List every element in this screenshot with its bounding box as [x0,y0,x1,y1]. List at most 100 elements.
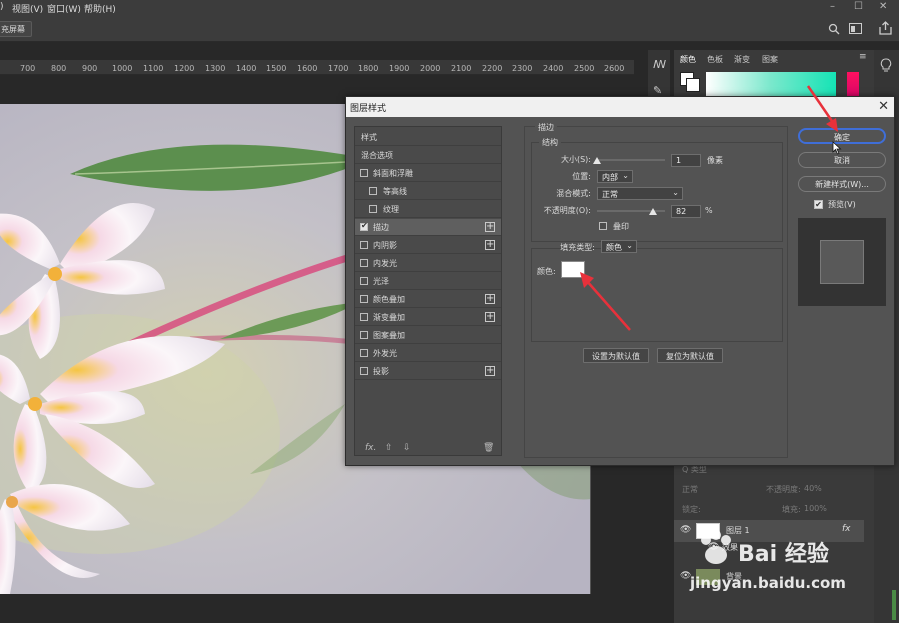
style-item[interactable]: 内发光 [355,255,501,272]
add-effect-icon[interactable]: + [485,312,495,322]
lightbulb-icon[interactable] [880,58,892,72]
ruler-tick: 2100 [451,64,472,73]
workspace-icon[interactable] [849,23,862,35]
fullscreen-button[interactable]: 充屏幕 [0,21,32,37]
menu-item-cut[interactable]: ) [0,2,4,12]
style-checkbox[interactable] [360,221,368,231]
baidu-jingyan-watermark: Bai 经验 jingyan.baidu.com [690,528,880,608]
style-item[interactable]: 光泽 [355,273,501,290]
ruler-tick: 2000 [420,64,441,73]
ruler-tick: 1000 [112,64,133,73]
style-item[interactable]: 外发光 [355,345,501,362]
style-checkbox[interactable] [369,205,377,213]
panel-menu-icon[interactable]: ≡ [859,52,867,62]
style-item[interactable]: 渐变叠加 + [355,309,501,326]
ruler-tick: 1200 [174,64,195,73]
overprint-checkbox[interactable] [599,222,607,230]
position-select[interactable]: 内部 ⌄ [597,170,633,183]
structure-title: 结构 [539,137,561,148]
style-item-label: 投影 [373,367,389,376]
close-icon[interactable]: ✕ [878,99,889,114]
style-list: 样式混合选项斜面和浮雕等高线纹理描边 + 内阴影 + 内发光光泽颜色叠加 + 渐变叠加 + 图案… [354,126,502,456]
style-item-label: 内阴影 [373,241,397,250]
ruler-tick: 1500 [266,64,287,73]
tab-patterns[interactable]: 图案 [762,54,778,65]
style-item[interactable]: 纹理 [355,201,501,218]
maximize-button[interactable]: ☐ [854,1,863,12]
blend-mode-select[interactable]: 正常 ⌄ [597,187,683,200]
style-item[interactable]: 混合选项 [355,147,501,164]
style-item-label: 颜色叠加 [373,295,405,304]
preview-label: 预览(V) [828,200,856,209]
scroll-indicator[interactable] [892,590,896,620]
style-checkbox[interactable] [360,349,368,357]
trash-icon[interactable]: 🗑 [483,443,494,453]
style-checkbox[interactable] [360,367,368,375]
add-effect-icon[interactable]: + [485,294,495,304]
layer-blend-mode[interactable]: 正常 [682,484,698,495]
ruler-tick: 1100 [143,64,164,73]
style-checkbox[interactable] [360,241,368,249]
style-item[interactable]: 图案叠加 [355,327,501,344]
ruler-tick: 1900 [389,64,410,73]
style-item[interactable]: 等高线 [355,183,501,200]
style-item[interactable]: 投影 + [355,363,501,380]
set-default-button[interactable]: 设置为默认值 [583,348,649,363]
style-item[interactable]: 斜面和浮雕 [355,165,501,182]
close-window-button[interactable]: ✕ [879,1,887,12]
tab-color[interactable]: 颜色 [680,54,696,65]
tab-gradients[interactable]: 渐变 [734,54,750,65]
cancel-button[interactable]: 取消 [798,152,886,168]
fill-type-select[interactable]: 颜色 ⌄ [601,240,637,253]
reset-default-button[interactable]: 复位为默认值 [657,348,723,363]
size-input[interactable]: 1 [671,154,701,167]
style-item[interactable]: 样式 [355,129,501,146]
style-checkbox[interactable] [360,169,368,177]
share-icon[interactable] [879,21,892,35]
history-icon[interactable]: ꟿ [653,58,666,71]
menu-item-view[interactable]: 视图(V) [12,2,43,15]
opacity-input[interactable]: 82 [671,205,701,218]
search-icon[interactable] [828,23,840,35]
stroke-color-swatch[interactable] [561,261,585,278]
size-slider[interactable] [597,159,665,161]
style-checkbox[interactable] [360,313,368,321]
style-item-label: 样式 [361,133,377,142]
position-label: 位置: [572,172,591,181]
style-item[interactable]: 颜色叠加 + [355,291,501,308]
ok-button[interactable]: 确定 [798,128,886,144]
add-effect-icon[interactable]: + [485,222,495,232]
opacity-slider-thumb[interactable] [648,208,657,215]
preview-checkbox[interactable]: ✔ [814,200,823,209]
position-value: 内部 [602,173,618,182]
opacity-unit: % [705,206,713,215]
fx-menu-icon[interactable]: fx. [365,443,376,453]
fill-type-value: 颜色 [606,243,622,252]
chevron-down-icon: ⌄ [622,171,629,180]
style-checkbox[interactable] [369,187,377,195]
layer-opacity-value[interactable]: 40% [804,484,822,493]
style-item[interactable]: 内阴影 + [355,237,501,254]
style-checkbox[interactable] [360,259,368,267]
style-item-label: 光泽 [373,277,389,286]
menu-item-help[interactable]: 帮助(H) [84,2,116,15]
move-down-icon[interactable]: ⇩ [403,443,411,453]
minimize-button[interactable]: – [830,1,835,12]
ruler-tick: 900 [82,64,98,73]
tab-swatches[interactable]: 色板 [707,54,723,65]
menu-item-window[interactable]: 窗口(W) [47,2,81,15]
size-slider-thumb[interactable] [593,157,601,164]
add-effect-icon[interactable]: + [485,366,495,376]
style-checkbox[interactable] [360,295,368,303]
chevron-down-icon: ⌄ [672,188,679,197]
style-item[interactable]: 描边 + [355,219,501,236]
add-effect-icon[interactable]: + [485,240,495,250]
fill-value[interactable]: 100% [804,504,827,513]
dialog-titlebar[interactable]: 图层样式 ✕ [346,97,894,117]
move-up-icon[interactable]: ⇧ [385,443,393,453]
style-checkbox[interactable] [360,331,368,339]
background-swatch[interactable] [686,78,700,92]
blend-mode-value: 正常 [602,190,618,199]
new-style-button[interactable]: 新建样式(W)... [798,176,886,192]
style-checkbox[interactable] [360,277,368,285]
